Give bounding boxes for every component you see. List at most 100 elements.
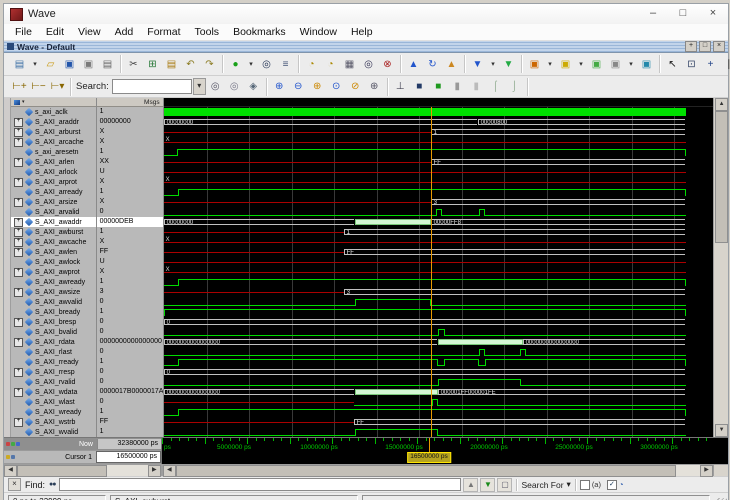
active-square-icon[interactable]: ■ xyxy=(430,78,447,95)
expander-icon[interactable]: + xyxy=(13,157,23,167)
waveform-S_AXI_awlen[interactable]: FF xyxy=(163,247,713,257)
signal-name-S_AXI_rready[interactable]: +S_AXI_rready xyxy=(11,357,96,367)
menu-bookmarks[interactable]: Bookmarks xyxy=(226,26,293,38)
grid-icon[interactable]: ▦ xyxy=(341,56,358,73)
signal-name-S_AXI_awvalid[interactable]: +S_AXI_awvalid xyxy=(11,297,96,307)
insert-wave-icon[interactable]: ⊢− xyxy=(30,78,47,95)
search-for-dropdown[interactable]: Search For ▾ xyxy=(521,479,570,490)
minimize-button[interactable]: – xyxy=(638,4,668,24)
search-filter-icon[interactable]: ◈ xyxy=(245,78,262,95)
cursor-time-flag[interactable]: 16500000 ps xyxy=(407,452,451,463)
match-case-checkbox[interactable] xyxy=(579,479,590,490)
values-column-header[interactable]: Msgs xyxy=(96,98,163,107)
menu-edit[interactable]: Edit xyxy=(39,26,71,38)
new-document-icon[interactable]: ▤ xyxy=(11,56,28,73)
waveform-S_AXI_arlock[interactable] xyxy=(163,167,713,177)
waveform-S_AXI_arready[interactable] xyxy=(163,187,713,197)
search-dropdown-icon[interactable]: ▾ xyxy=(192,78,206,95)
leaf-wave-icon[interactable]: ⌠ xyxy=(487,78,504,95)
expand-list-icon[interactable]: ≡ xyxy=(277,56,294,73)
find-cursor-icon[interactable]: ◎ xyxy=(360,56,377,73)
waveform-S_AXI_awaddr[interactable]: 00000000 00000FF8 xyxy=(163,217,713,227)
expander-icon[interactable]: + xyxy=(13,337,23,347)
signal-name-S_AXI_awready[interactable]: +S_AXI_awready xyxy=(11,277,96,287)
scroll-left-icon[interactable]: ◀ xyxy=(4,465,17,477)
signal-name-S_AXI_arready[interactable]: +S_AXI_arready xyxy=(11,187,96,197)
names-column-header[interactable]: ▾ xyxy=(10,98,96,107)
signal-name-S_AXI_wready[interactable]: +S_AXI_wready xyxy=(11,407,96,417)
leaf-wave2-icon[interactable]: ⌡ xyxy=(506,78,523,95)
cursor-add-icon[interactable] xyxy=(16,442,20,446)
delete-cursor-icon[interactable]: ⊗ xyxy=(379,56,396,73)
collapse-icon[interactable] xyxy=(6,442,10,446)
expander-icon[interactable]: + xyxy=(13,177,23,187)
wave-scroll-thumb[interactable] xyxy=(175,465,676,477)
copy-icon[interactable]: ⊞ xyxy=(144,56,161,73)
maximize-button[interactable]: □ xyxy=(668,4,698,24)
zoom-cursor-icon[interactable]: ⊕ xyxy=(366,78,383,95)
expander-icon[interactable]: + xyxy=(13,417,23,427)
expander-icon[interactable]: + xyxy=(13,287,23,297)
cursor1-icons[interactable] xyxy=(4,451,22,463)
waveform-S_AXI_awprot[interactable]: X xyxy=(163,267,713,277)
expander-icon[interactable]: + xyxy=(13,197,23,207)
redo-icon[interactable]: ↷ xyxy=(201,56,218,73)
names-horizontal-scrollbar[interactable]: ◀ ▶ xyxy=(4,465,163,477)
zoom-last-icon[interactable]: ⊙ xyxy=(328,78,345,95)
zoom-out-icon[interactable]: ⊖ xyxy=(290,78,307,95)
waveform-S_AXI_awlock[interactable] xyxy=(163,257,713,267)
waveform-S_AXI_wstrb[interactable]: FF xyxy=(163,417,713,427)
waveform-S_AXI_wready[interactable] xyxy=(163,407,713,417)
waveform-S_AXI_awburst[interactable]: 1 xyxy=(163,227,713,237)
vertical-scroll-thumb[interactable] xyxy=(715,111,729,243)
waveform-S_AXI_awready[interactable] xyxy=(163,277,713,287)
expander-icon[interactable]: + xyxy=(13,217,23,227)
waveform-S_AXI_rlast[interactable] xyxy=(163,347,713,357)
find-input[interactable] xyxy=(59,478,462,491)
waveform-s_axi_aresetn[interactable] xyxy=(163,147,713,157)
find-close-button[interactable]: × xyxy=(8,478,21,491)
scroll-right-icon[interactable]: ▶ xyxy=(147,465,161,477)
signal-name-S_AXI_bready[interactable]: +S_AXI_bready xyxy=(11,307,96,317)
dropdown-arrow-icon[interactable]: ▾ xyxy=(576,56,586,73)
menu-format[interactable]: Format xyxy=(140,26,187,38)
scroll-left-icon[interactable]: ◀ xyxy=(162,465,176,477)
justify-icon[interactable]: ⊥ xyxy=(392,78,409,95)
menu-help[interactable]: Help xyxy=(344,26,380,38)
signal-name-S_AXI_awburst[interactable]: + S_AXI_awburst xyxy=(11,227,96,237)
search-reverse-icon[interactable]: ◎ xyxy=(226,78,243,95)
waveform-S_AXI_bvalid[interactable] xyxy=(163,327,713,337)
zoom-range-icon[interactable]: ⊘ xyxy=(347,78,364,95)
waveform-S_AXI_arsize[interactable]: 3 xyxy=(163,197,713,207)
add-wave-icon[interactable]: ⊢+ xyxy=(11,78,28,95)
search-input[interactable] xyxy=(111,79,192,94)
bar-toggle-icon[interactable]: ▮ xyxy=(449,78,466,95)
signal-name-S_AXI_awlen[interactable]: + S_AXI_awlen xyxy=(11,247,96,257)
waveform-S_AXI_rvalid[interactable] xyxy=(163,377,713,387)
waveform-S_AXI_rresp[interactable]: 0 xyxy=(163,367,713,377)
signal-name-S_AXI_wdata[interactable]: + S_AXI_wdata xyxy=(11,387,96,397)
undo-icon[interactable]: ↶ xyxy=(182,56,199,73)
waveform-S_AXI_arlen[interactable]: FF xyxy=(163,157,713,167)
cursor-panel-icons[interactable] xyxy=(4,438,22,450)
zoom-in-icon[interactable]: ⊕ xyxy=(271,78,288,95)
move-top-icon[interactable]: ▲ xyxy=(443,56,460,73)
mode-schem-icon[interactable]: ▣ xyxy=(638,56,655,73)
signal-name-S_AXI_awcache[interactable]: + S_AXI_awcache xyxy=(11,237,96,247)
expander-icon[interactable]: + xyxy=(13,367,23,377)
wave-pane-header[interactable]: Wave - Default + □ × xyxy=(4,41,728,53)
signal-name-S_AXI_arlock[interactable]: +S_AXI_arlock xyxy=(11,167,96,177)
find-icon[interactable]: ◎ xyxy=(258,56,275,73)
waveform-S_AXI_wvalid[interactable] xyxy=(163,427,713,437)
names-scroll-thumb[interactable] xyxy=(17,465,107,477)
expander-icon[interactable]: + xyxy=(13,127,23,137)
signal-name-S_AXI_bvalid[interactable]: +S_AXI_bvalid xyxy=(11,327,96,337)
signal-name-S_AXI_arsize[interactable]: + S_AXI_arsize xyxy=(11,197,96,207)
waveform-S_AXI_wlast[interactable] xyxy=(163,397,713,407)
timeline-ruler[interactable]: ps 16500000 ps 5000000 ps 10000000 ps 1500… xyxy=(162,438,728,464)
pane-restore-button[interactable]: + xyxy=(685,41,697,52)
zoom-mode-icon[interactable]: ⊡ xyxy=(683,56,700,73)
menu-file[interactable]: File xyxy=(8,26,39,38)
dock-handle[interactable] xyxy=(4,98,11,437)
close-button[interactable]: × xyxy=(698,4,728,24)
